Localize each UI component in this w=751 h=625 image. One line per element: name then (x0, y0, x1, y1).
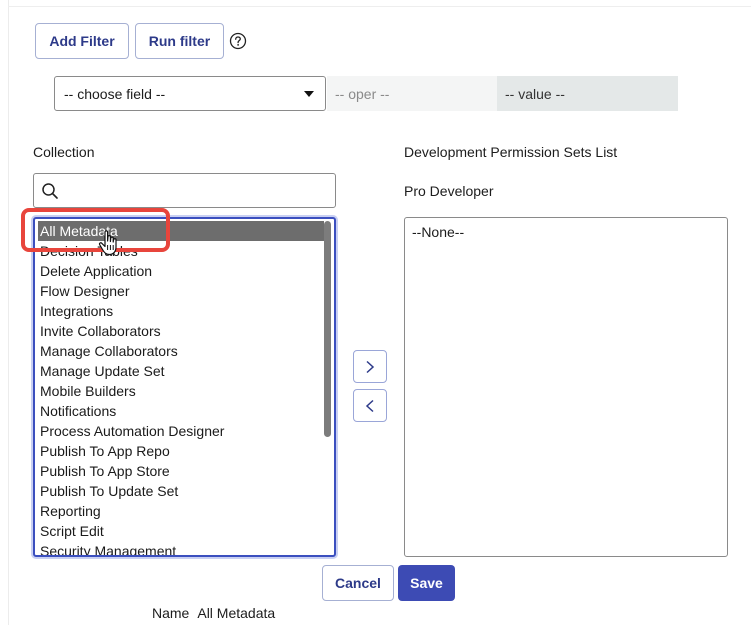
list-item[interactable]: Process Automation Designer (40, 421, 324, 441)
list-item-all-metadata[interactable]: All Metadata (38, 221, 324, 241)
list-item[interactable]: Manage Collaborators (40, 341, 324, 361)
collection-search-input[interactable] (33, 173, 336, 208)
operator-field[interactable]: -- oper -- (327, 76, 497, 111)
list-scrollbar-thumb[interactable] (324, 221, 331, 437)
list-item[interactable]: Script Edit (40, 521, 324, 541)
list-item[interactable]: Notifications (40, 401, 324, 421)
hand-cursor-icon (98, 230, 117, 256)
list-item[interactable]: Delete Application (40, 261, 324, 281)
list-item[interactable]: Mobile Builders (40, 381, 324, 401)
choose-field-select[interactable]: -- choose field -- (54, 76, 326, 111)
list-item[interactable]: Decision Tables (40, 241, 324, 261)
chevron-left-icon (365, 399, 374, 412)
permission-sets-page: Add Filter Run filter -- choose field --… (0, 0, 751, 625)
remove-from-list-button[interactable] (353, 389, 387, 422)
list-item[interactable]: Invite Collaborators (40, 321, 324, 341)
list-item[interactable]: Publish To Update Set (40, 481, 324, 501)
permission-sets-listbox[interactable]: --None-- (404, 217, 728, 557)
add-filter-button[interactable]: Add Filter (35, 23, 129, 59)
list-item[interactable]: Integrations (40, 301, 324, 321)
list-item[interactable]: Publish To App Store (40, 461, 324, 481)
run-filter-button[interactable]: Run filter (135, 23, 224, 59)
choose-field-value: -- choose field -- (64, 85, 166, 102)
name-value: All Metadata (197, 605, 276, 621)
cancel-button[interactable]: Cancel (322, 565, 394, 601)
list-item[interactable]: Security Management (40, 541, 324, 555)
add-to-list-button[interactable] (353, 350, 387, 383)
value-field[interactable]: -- value -- (497, 76, 678, 111)
list-item[interactable]: Publish To App Repo (40, 441, 324, 461)
list-item-none[interactable]: --None-- (412, 224, 464, 240)
frame-border-left (8, 0, 9, 625)
search-icon (42, 183, 58, 199)
permission-list-title: Development Permission Sets List (404, 144, 618, 160)
name-label: Name (152, 605, 190, 621)
chevron-right-icon (366, 360, 375, 373)
collection-title: Collection (33, 144, 95, 160)
chevron-down-icon (304, 91, 314, 97)
collection-listbox[interactable]: All Metadata Decision Tables Delete Appl… (33, 217, 336, 557)
frame-border-top (8, 6, 751, 7)
value-value: -- value -- (505, 85, 565, 102)
list-item[interactable]: Reporting (40, 501, 324, 521)
name-row: Name All Metadata (152, 605, 275, 621)
list-item[interactable]: Flow Designer (40, 281, 324, 301)
operator-value: -- oper -- (335, 85, 390, 102)
list-item[interactable]: Manage Update Set (40, 361, 324, 381)
permission-list-subtitle: Pro Developer (404, 183, 494, 199)
save-button[interactable]: Save (398, 565, 455, 601)
help-icon[interactable] (229, 32, 247, 50)
